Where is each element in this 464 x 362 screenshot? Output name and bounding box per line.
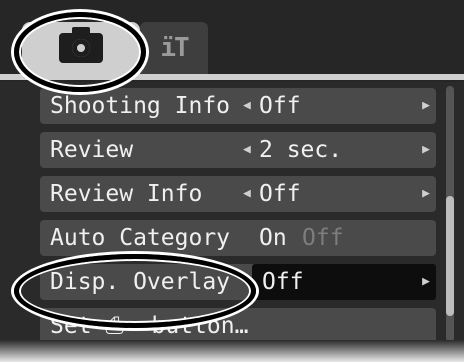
left-arrow-icon: ◀ [243,186,251,201]
right-arrow-icon: ▶ [422,274,430,289]
option-on[interactable]: On [259,220,287,256]
bottom-edge [0,340,464,362]
menu-row-label: Auto Category [50,225,231,251]
left-arrow-icon: ◀ [243,98,251,113]
menu-row-shooting-info[interactable]: Shooting Info ◀ Off ▶ [40,88,436,124]
tab-setup[interactable]: ïT [140,22,208,74]
menu-row-label: Shooting Info [50,93,231,119]
menu-row-value: 2 sec. [259,137,343,163]
scrollbar-thumb[interactable] [446,196,454,316]
menu-row-label: Disp. Overlay [50,269,231,295]
right-arrow-icon: ▶ [422,98,430,113]
setup-tools-icon: ïT [160,33,189,63]
menu-row-label: Review Info [50,181,203,207]
menu-row-auto-category[interactable]: Auto Category On Off [40,220,436,256]
menu-row-label: Set ⎙⌁ button… [50,313,249,339]
right-arrow-icon: ▶ [422,186,430,201]
camera-icon [59,27,103,63]
tab-bar: ïT [0,0,464,82]
menu-row-set-button[interactable]: Set ⎙⌁ button… [40,308,436,344]
tab-underline [0,74,464,80]
camera-menu-screen: ïT Shooting Info ◀ Off ▶ Review ◀ 2 sec.… [0,0,464,362]
tab-shooting[interactable] [22,22,140,74]
menu-row-value: Off [259,93,301,119]
left-arrow-icon: ◀ [243,142,251,157]
menu-row-value: Off [262,269,304,295]
option-off[interactable]: Off [302,220,344,256]
selected-value-box[interactable]: Off ▶ [252,264,436,300]
menu-row-label: Review [50,137,134,163]
right-arrow-icon: ▶ [422,142,430,157]
menu-row-review-info[interactable]: Review Info ◀ Off ▶ [40,176,436,212]
menu-row-review[interactable]: Review ◀ 2 sec. ▶ [40,132,436,168]
menu-row-disp-overlay[interactable]: Disp. Overlay Off ▶ [40,264,436,300]
menu-row-value: Off [259,181,301,207]
